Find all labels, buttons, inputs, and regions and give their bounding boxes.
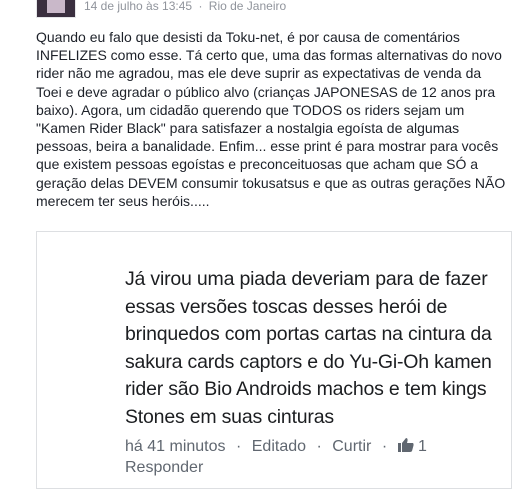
post-timestamp[interactable]: 14 de julho às 13:45 xyxy=(84,0,192,13)
post-body-text: Quando eu falo que desisti da Toku-net, … xyxy=(36,29,506,209)
like-count: 1 xyxy=(418,438,427,455)
avatar-figure xyxy=(47,0,65,13)
like-link: Curtir xyxy=(332,438,372,455)
avatar[interactable] xyxy=(36,0,76,18)
post-meta: 14 de julho às 13:45 · Rio de Janeiro xyxy=(84,0,286,13)
action-dot: · xyxy=(235,438,242,455)
meta-separator: · xyxy=(198,0,203,13)
comment-actions: há 41 minutos · Editado · Curtir · 1 xyxy=(125,436,505,458)
shared-comment-text: Já virou uma piada deveriam para de faze… xyxy=(125,268,492,428)
edited-label: Editado xyxy=(251,438,307,455)
post-body: Quando eu falo que desisti da Toku-net, … xyxy=(36,28,508,210)
comment-time: há 41 minutos xyxy=(125,438,226,455)
post-header: 14 de julho às 13:45 · Rio de Janeiro xyxy=(0,0,517,18)
action-dot: · xyxy=(316,438,322,455)
thumbs-up-icon xyxy=(397,438,418,455)
shared-screenshot-card[interactable]: Já virou uma piada deveriam para de faze… xyxy=(36,231,512,489)
post-location[interactable]: Rio de Janeiro xyxy=(209,0,286,13)
action-dot: · xyxy=(381,438,388,455)
reply-link: Responder xyxy=(125,459,204,476)
comment-screenshot: Já virou uma piada deveriam para de faze… xyxy=(37,232,511,488)
